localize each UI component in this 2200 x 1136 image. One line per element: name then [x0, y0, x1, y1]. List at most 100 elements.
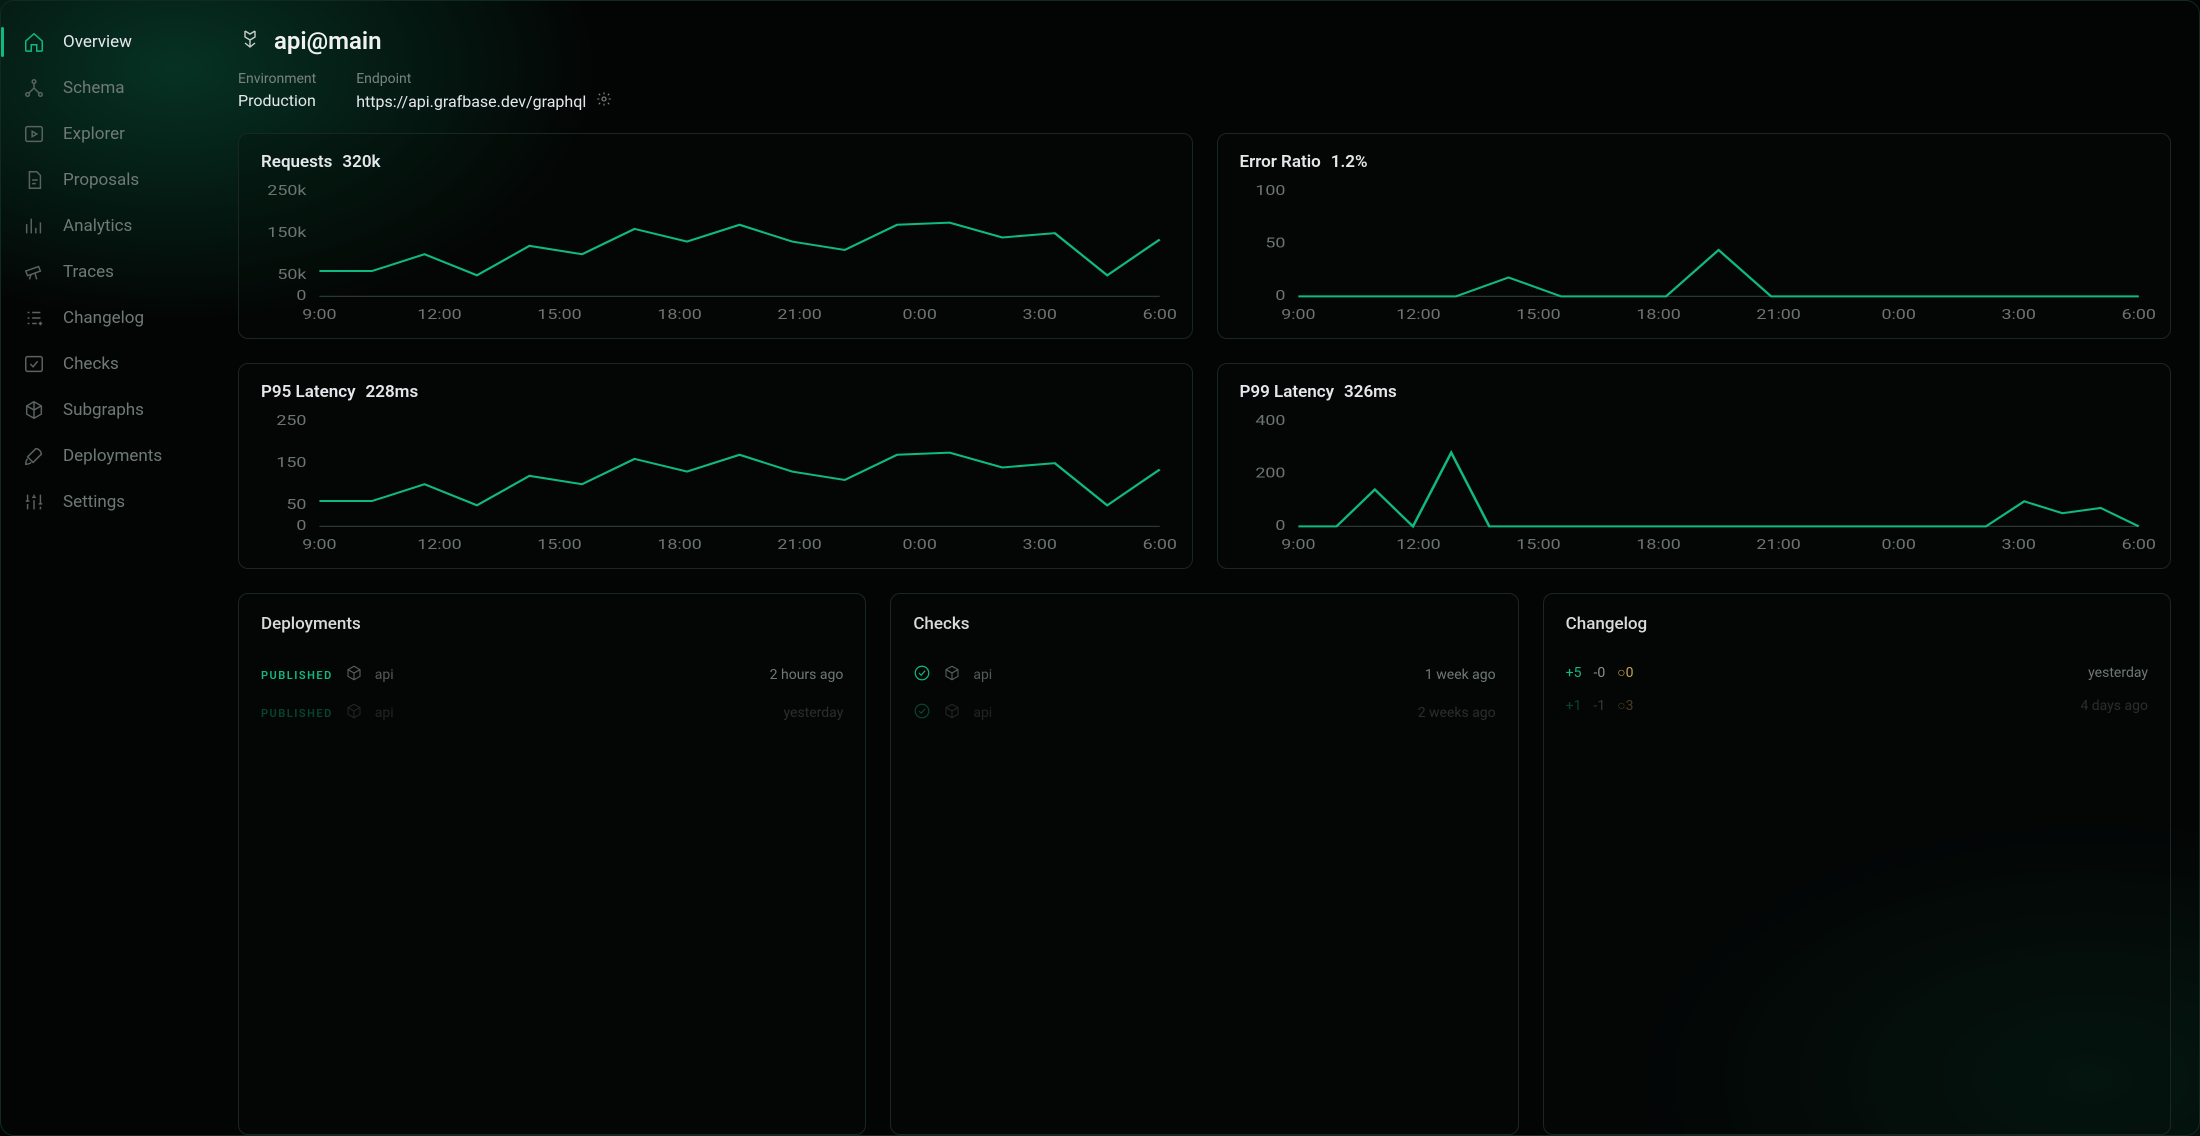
deployment-name: api	[375, 705, 394, 721]
sidebar-item-label: Changelog	[63, 308, 144, 328]
list-plus-icon	[23, 307, 45, 329]
svg-text:3:00: 3:00	[2001, 536, 2035, 552]
endpoint-label: Endpoint	[356, 71, 612, 87]
check-circle-icon	[913, 702, 931, 724]
graph-icon	[238, 27, 262, 55]
gear-icon[interactable]	[596, 91, 612, 111]
sliders-icon	[23, 491, 45, 513]
list-item[interactable]: api 1 week ago	[913, 656, 1495, 694]
svg-text:21:00: 21:00	[777, 306, 821, 322]
changelog-time: yesterday	[2088, 665, 2148, 681]
svg-text:0:00: 0:00	[902, 306, 936, 322]
changelog-modified: ○0	[1617, 664, 1633, 681]
sidebar-item-label: Traces	[63, 262, 114, 282]
svg-text:400: 400	[1255, 412, 1285, 428]
changelog-modified: ○3	[1617, 697, 1633, 714]
svg-text:15:00: 15:00	[1516, 536, 1560, 552]
sidebar-item-deployments[interactable]: Deployments	[1, 433, 210, 479]
main-content: api@main Environment Production Endpoint…	[210, 1, 2199, 1135]
sidebar-item-label: Schema	[63, 78, 125, 98]
deployments-title: Deployments	[261, 614, 843, 634]
list-item[interactable]: PUBLISHED api 2 hours ago	[261, 656, 843, 694]
sidebar-item-label: Analytics	[63, 216, 132, 236]
checks-card: Checks api 1 week ago api 2 weeks	[890, 593, 1518, 1135]
page-header: api@main Environment Production Endpoint…	[238, 27, 2171, 111]
check-circle-icon	[913, 664, 931, 686]
sidebar-item-changelog[interactable]: Changelog	[1, 295, 210, 341]
p95-card: P95 Latency 228ms 050150250 9:0012:0015:0…	[238, 363, 1193, 569]
p99-chart: 0200400 9:0012:0015:0018:0021:000:003:00…	[1240, 416, 2149, 554]
requests-chart: 050k150k250k 9:0012:0015:0018:0021:000:0…	[261, 186, 1170, 324]
published-badge: PUBLISHED	[261, 669, 333, 682]
svg-text:200: 200	[1255, 464, 1285, 480]
sidebar-item-subgraphs[interactable]: Subgraphs	[1, 387, 210, 433]
svg-text:9:00: 9:00	[1281, 306, 1315, 322]
list-item[interactable]: +1 -1 ○3 4 days ago	[1566, 689, 2148, 722]
p99-title: P99 Latency	[1240, 382, 1335, 402]
p95-title: P95 Latency	[261, 382, 356, 402]
sidebar-item-analytics[interactable]: Analytics	[1, 203, 210, 249]
svg-text:6:00: 6:00	[1143, 536, 1177, 552]
svg-text:21:00: 21:00	[1756, 306, 1800, 322]
svg-text:0:00: 0:00	[1881, 536, 1915, 552]
sidebar-item-overview[interactable]: Overview	[1, 19, 210, 65]
svg-text:0:00: 0:00	[1881, 306, 1915, 322]
svg-text:50: 50	[1265, 234, 1285, 250]
checks-title: Checks	[913, 614, 1495, 634]
check-box-icon	[23, 353, 45, 375]
svg-text:21:00: 21:00	[1756, 536, 1800, 552]
changelog-title: Changelog	[1566, 614, 2148, 634]
errors-chart: 050100 9:0012:0015:0018:0021:000:003:006…	[1240, 186, 2149, 324]
svg-text:21:00: 21:00	[777, 536, 821, 552]
cube-icon	[345, 664, 363, 686]
cube-icon	[943, 664, 961, 686]
environment-meta: Environment Production	[238, 71, 316, 111]
list-item[interactable]: PUBLISHED api yesterday	[261, 694, 843, 732]
errors-title: Error Ratio	[1240, 152, 1321, 172]
deployments-card: Deployments PUBLISHED api 2 hours ago PU…	[238, 593, 866, 1135]
sidebar-item-label: Deployments	[63, 446, 162, 466]
svg-text:18:00: 18:00	[657, 306, 701, 322]
rocket-icon	[23, 445, 45, 467]
svg-text:6:00: 6:00	[1143, 306, 1177, 322]
changelog-time: 4 days ago	[2080, 698, 2148, 714]
svg-text:250k: 250k	[267, 182, 307, 198]
requests-value: 320k	[342, 152, 380, 172]
deployment-time: yesterday	[783, 705, 843, 721]
sidebar-item-traces[interactable]: Traces	[1, 249, 210, 295]
svg-text:12:00: 12:00	[1396, 536, 1440, 552]
endpoint-meta: Endpoint https://api.grafbase.dev/graphq…	[356, 71, 612, 111]
check-time: 1 week ago	[1425, 667, 1496, 683]
sidebar-item-checks[interactable]: Checks	[1, 341, 210, 387]
sidebar-item-proposals[interactable]: Proposals	[1, 157, 210, 203]
sidebar-item-label: Settings	[63, 492, 125, 512]
svg-text:0: 0	[1275, 287, 1285, 303]
bar-chart-icon	[23, 215, 45, 237]
svg-text:9:00: 9:00	[1281, 536, 1315, 552]
cube-icon	[345, 702, 363, 724]
changelog-added: +5	[1566, 665, 1582, 681]
deployment-time: 2 hours ago	[770, 667, 844, 683]
p99-card: P99 Latency326ms 0200400 9:0012:0015:001…	[1217, 363, 2172, 569]
p95-chart: 050150250 9:0012:0015:0018:0021:000:003:…	[261, 416, 1170, 554]
sidebar-item-schema[interactable]: Schema	[1, 65, 210, 111]
svg-text:15:00: 15:00	[1516, 306, 1560, 322]
sidebar-item-explorer[interactable]: Explorer	[1, 111, 210, 157]
page-title: api@main	[274, 27, 382, 55]
p99-value: 326ms	[1344, 382, 1397, 402]
home-icon	[23, 31, 45, 53]
sidebar-item-label: Explorer	[63, 124, 125, 144]
svg-text:250: 250	[276, 412, 306, 428]
list-item[interactable]: +5 -0 ○0 yesterday	[1566, 656, 2148, 689]
list-item[interactable]: api 2 weeks ago	[913, 694, 1495, 732]
sidebar-item-settings[interactable]: Settings	[1, 479, 210, 525]
svg-text:12:00: 12:00	[1396, 306, 1440, 322]
document-edit-icon	[23, 169, 45, 191]
svg-text:0: 0	[296, 287, 306, 303]
p95-value: 228ms	[366, 382, 419, 402]
cube-icon	[943, 702, 961, 724]
svg-text:6:00: 6:00	[2121, 306, 2155, 322]
changelog-card: Changelog +5 -0 ○0 yesterday +1 -1 ○3	[1543, 593, 2171, 1135]
svg-text:18:00: 18:00	[1636, 306, 1680, 322]
svg-text:15:00: 15:00	[537, 306, 581, 322]
